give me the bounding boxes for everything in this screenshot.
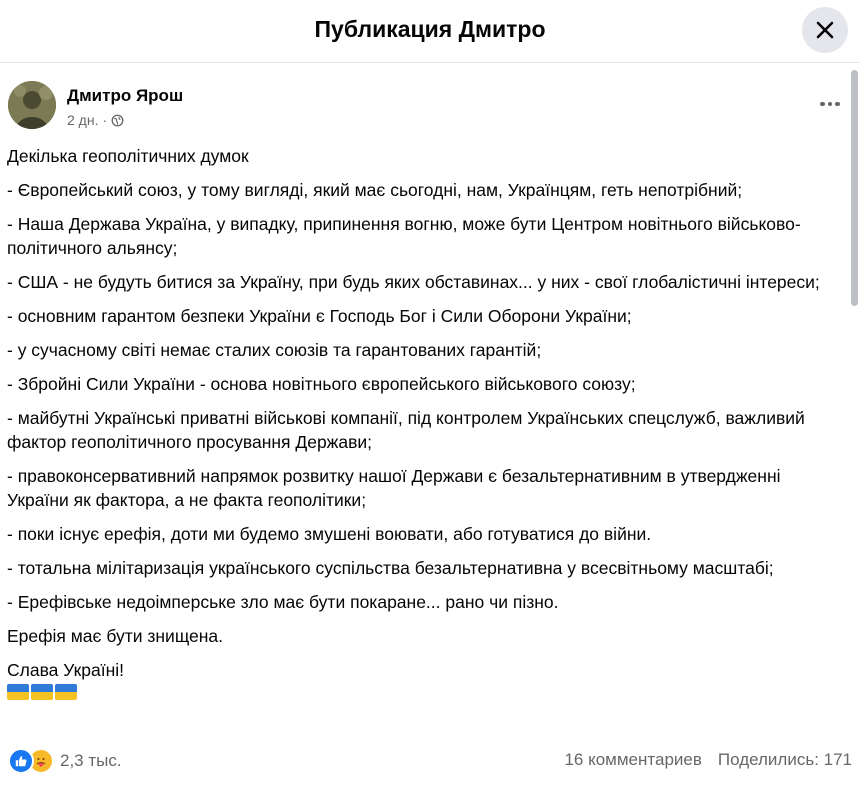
more-dot-icon xyxy=(827,101,833,107)
dialog-title: Публикация Дмитро xyxy=(314,16,546,42)
post-line: Слава Україні! xyxy=(7,660,125,680)
close-icon xyxy=(816,21,834,39)
ukraine-flag-icon xyxy=(55,684,77,700)
comments-count[interactable]: 16 комментариев xyxy=(564,750,701,770)
post-line: Декілька геополітичних думок xyxy=(7,146,249,166)
shares-count[interactable]: Поделились: 171 xyxy=(718,750,852,770)
more-dot-icon xyxy=(820,101,825,107)
close-button[interactable] xyxy=(802,7,848,53)
post-line: - тотальна мілітаризація українського су… xyxy=(7,558,774,578)
post-line: - Наша Держава Україна, у випадку, припи… xyxy=(7,214,801,258)
ukraine-flag-icon xyxy=(7,684,29,700)
more-dot-icon xyxy=(835,101,840,107)
like-icon xyxy=(8,748,34,774)
author-name[interactable]: Дмитро Ярош xyxy=(67,86,183,106)
scrollbar-thumb[interactable] xyxy=(851,70,858,306)
more-options-button[interactable] xyxy=(812,92,848,116)
dialog-header: Публикация Дмитро xyxy=(0,0,860,63)
post-line: - у сучасному світі немає сталих союзів … xyxy=(7,340,542,360)
post-meta: 2 дн. · xyxy=(67,112,124,128)
reaction-count[interactable]: 2,3 тыс. xyxy=(60,751,122,771)
engagement-stats: 16 комментариев Поделились: 171 xyxy=(564,750,852,770)
post-time[interactable]: 2 дн. xyxy=(67,112,98,128)
avatar[interactable] xyxy=(8,81,56,129)
post-line: - Ерефівське недоімперське зло має бути … xyxy=(7,592,559,612)
post-text: Декілька геополітичних думок - Європейсь… xyxy=(7,144,845,700)
ukraine-flag-icon xyxy=(31,684,53,700)
post-line: - поки існує ерефія, доти ми будемо змуш… xyxy=(7,524,652,544)
post-line: - США - не будуть битися за Україну, при… xyxy=(7,272,820,292)
globe-icon xyxy=(111,114,124,126)
post-line: - основним гарантом безпеки України є Го… xyxy=(7,306,632,326)
post-line: - Європейський союз, у тому вигляді, яки… xyxy=(7,180,743,200)
avatar-image xyxy=(8,81,56,129)
flag-emojis xyxy=(7,684,845,700)
post-line: - майбутні Українські приватні військові… xyxy=(7,408,805,452)
post-line: - правоконсервативний напрямок розвитку … xyxy=(7,466,781,510)
meta-separator: · xyxy=(102,112,108,128)
post-line: - Збройні Сили України - основа новітньо… xyxy=(7,374,636,394)
post-line: Ерефія має бути знищена. xyxy=(7,626,224,646)
reactions-summary[interactable]: 2,3 тыс. xyxy=(8,748,122,774)
